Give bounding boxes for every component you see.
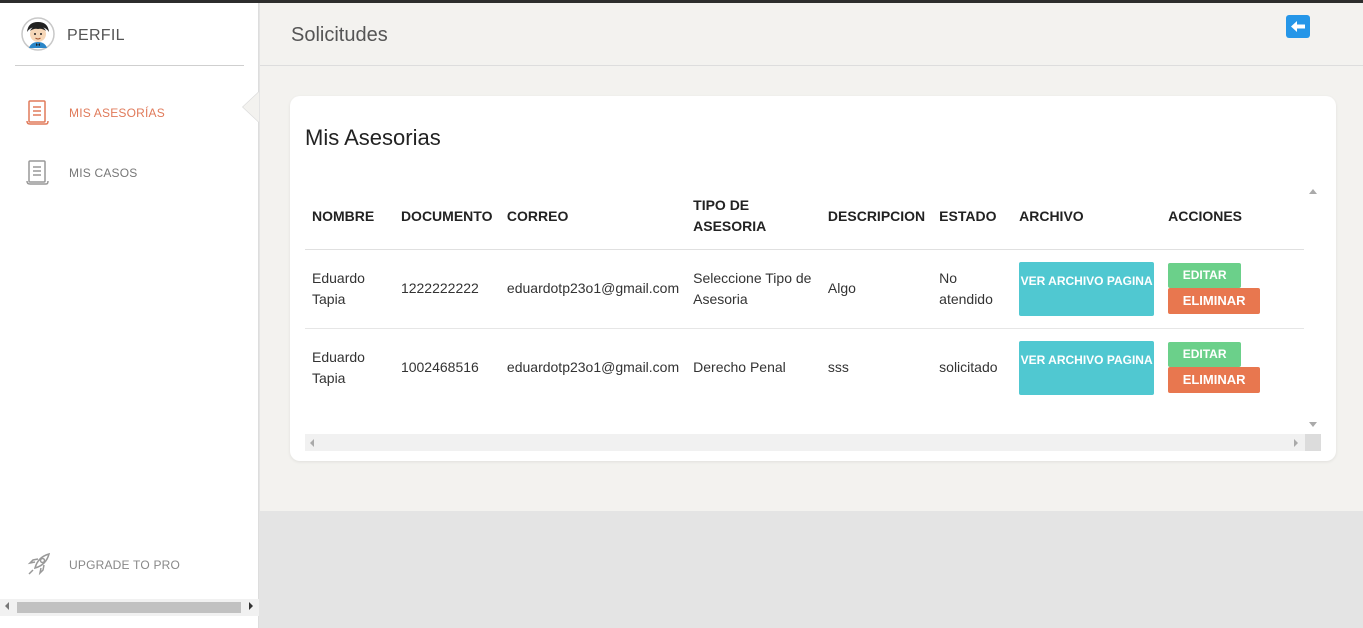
- column-header: ESTADO: [932, 184, 1013, 250]
- asesorias-table-container: NOMBRE DOCUMENTO CORREO TIPO DE ASESORIA…: [305, 184, 1313, 450]
- active-indicator: [243, 92, 259, 122]
- cell-documento: 1002468516: [400, 359, 479, 376]
- ver-archivo-button[interactable]: VER ARCHIVO PAGINA: [1019, 261, 1155, 316]
- cell-correo: eduardotp23o1@gmail.com: [499, 249, 687, 329]
- main-content: Solicitudes Mis Asesorias NOMBRE DOCUMEN…: [260, 3, 1363, 511]
- sidebar-item-label: MIS CASOS: [69, 166, 138, 180]
- scroll-down-arrow-icon[interactable]: [1309, 422, 1317, 427]
- back-arrow-icon: [1291, 21, 1305, 32]
- rocket-icon: [27, 552, 51, 576]
- scroll-right-arrow-icon[interactable]: [249, 602, 253, 610]
- back-button[interactable]: [1286, 15, 1310, 38]
- cell-tipo: Seleccione Tipo de Asesoria: [686, 249, 821, 329]
- eliminar-button[interactable]: ELIMINAR: [1168, 288, 1261, 314]
- profile-link[interactable]: PERFIL: [15, 3, 244, 66]
- table-header-row: NOMBRE DOCUMENTO CORREO TIPO DE ASESORIA…: [305, 184, 1304, 250]
- cell-descripcion: Algo: [820, 249, 933, 329]
- page-title: Solicitudes: [291, 24, 388, 46]
- editar-button[interactable]: EDITAR: [1168, 342, 1242, 368]
- scroll-left-arrow-icon[interactable]: [310, 439, 314, 447]
- scrollbar-thumb[interactable]: [17, 602, 241, 613]
- cell-estado: solicitado: [939, 359, 998, 376]
- asesorias-table: NOMBRE DOCUMENTO CORREO TIPO DE ASESORIA…: [305, 184, 1304, 407]
- scrollbar-corner: [1305, 434, 1321, 451]
- cell-descripcion: sss: [827, 359, 849, 376]
- avatar: [21, 17, 55, 51]
- column-header: DOCUMENTO: [393, 184, 500, 250]
- column-header: NOMBRE: [305, 184, 394, 250]
- sidebar-item-label: MIS ASESORÍAS: [69, 106, 165, 120]
- column-header: TIPO DE ASESORIA: [686, 184, 821, 250]
- scroll-up-arrow-icon[interactable]: [1309, 189, 1317, 194]
- scroll-right-arrow-icon[interactable]: [1294, 439, 1298, 447]
- cell-archivo: VER ARCHIVO PAGINA: [1012, 249, 1162, 329]
- ver-archivo-button[interactable]: VER ARCHIVO PAGINA: [1019, 340, 1155, 395]
- column-header: ARCHIVO: [1012, 184, 1162, 250]
- document-icon: [26, 100, 49, 125]
- cell-acciones: EDITAR ELIMINAR: [1161, 249, 1304, 329]
- profile-label: PERFIL: [67, 27, 125, 44]
- sidebar-item-mis-asesorias[interactable]: MIS ASESORÍAS: [26, 99, 226, 127]
- scroll-left-arrow-icon[interactable]: [5, 602, 9, 610]
- cell-tipo: Derecho Penal: [693, 359, 786, 376]
- table-row: Eduardo Tapia 1222222222 eduardotp23o1@g…: [305, 249, 1304, 329]
- asesorias-card: Mis Asesorias NOMBRE DOCUMENTO CORREO TI…: [290, 96, 1336, 461]
- table-vertical-scrollbar[interactable]: [1305, 184, 1321, 433]
- column-header: DESCRIPCION: [820, 184, 933, 250]
- sidebar: PERFIL MIS ASESORÍAS MIS CASOS UPGRADE T…: [0, 3, 259, 628]
- column-header: ACCIONES: [1161, 184, 1304, 250]
- eliminar-button[interactable]: ELIMINAR: [1168, 367, 1261, 394]
- cell-documento: 1222222222: [393, 249, 500, 329]
- sidebar-item-mis-casos[interactable]: MIS CASOS: [26, 159, 226, 187]
- cell-nombre: Eduardo Tapia: [312, 348, 365, 386]
- upgrade-label: UPGRADE TO PRO: [69, 558, 181, 572]
- card-title: Mis Asesorias: [305, 125, 441, 150]
- upgrade-to-pro-link[interactable]: UPGRADE TO PRO: [26, 551, 226, 579]
- cell-nombre: Eduardo Tapia: [305, 249, 394, 329]
- column-header: CORREO: [499, 184, 687, 250]
- table-row: Eduardo Tapia 1002468516 eduardotp23o1@g…: [305, 328, 1304, 407]
- page-header: Solicitudes: [260, 3, 1363, 66]
- editar-button[interactable]: EDITAR: [1168, 263, 1242, 288]
- table-horizontal-scrollbar[interactable]: [305, 434, 1321, 451]
- sidebar-horizontal-scrollbar[interactable]: [0, 599, 259, 616]
- cell-archivo: VER ARCHIVO PAGINA: [1012, 328, 1161, 407]
- cell-acciones: EDITAR ELIMINAR: [1161, 328, 1304, 407]
- cell-correo: eduardotp23o1@gmail.com: [506, 359, 680, 376]
- cell-estado: No atendido: [932, 249, 1013, 329]
- document-icon: [26, 160, 49, 185]
